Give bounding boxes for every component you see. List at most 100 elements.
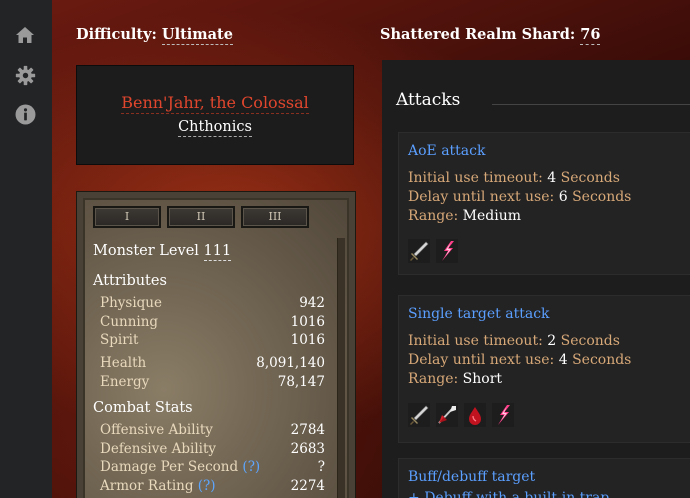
attack-line-label: Delay until next use:: [408, 189, 555, 205]
main-content: Difficulty: Ultimate Shattered Realm Sha…: [52, 0, 690, 498]
gear-icon[interactable]: [14, 64, 36, 86]
stat-row-spirit: Spirit 1016: [100, 332, 325, 348]
attack-line-value: Short: [462, 371, 503, 387]
attack-line-label: Delay until next use:: [408, 352, 555, 368]
sidebar: [0, 0, 52, 498]
attacks-column: Attacks AoE attack Initial use timeout: …: [382, 60, 690, 498]
monster-name-link[interactable]: Benn'Jahr, the Colossal: [121, 93, 309, 114]
stat-value: 1016: [290, 332, 325, 348]
stat-value: 8,091,140: [256, 355, 325, 371]
attack-line-label: Range:: [408, 371, 459, 387]
stat-row-cunning: Cunning 1016: [100, 314, 325, 330]
shard-display: Shattered Realm Shard: 76: [380, 26, 601, 45]
attack-title[interactable]: AoE attack: [408, 143, 485, 159]
lightning-icon[interactable]: [436, 239, 458, 263]
difficulty-label: Difficulty:: [76, 26, 157, 43]
stat-label: Damage Per Second: [100, 459, 239, 475]
attack-line-value: 4: [558, 352, 568, 368]
tab-1[interactable]: I: [93, 206, 161, 228]
attack-title[interactable]: Single target attack: [408, 306, 550, 322]
stat-row-health: Health 8,091,140: [100, 355, 325, 371]
attack-icons: [408, 403, 514, 427]
attack-range: Range: Short: [408, 371, 502, 387]
arrow-strike-icon[interactable]: [436, 403, 458, 427]
monster-type-link[interactable]: Chthonics: [178, 119, 252, 137]
stat-label-with-help: Armor Rating (?): [100, 478, 216, 494]
attacks-heading: Attacks: [396, 90, 461, 110]
attack-card-single-target: Single target attack Initial use timeout…: [398, 295, 690, 443]
combat-stats-heading: Combat Stats: [93, 400, 193, 416]
monster-level-label: Monster Level: [93, 243, 199, 259]
attack-line-value: 4: [547, 170, 557, 186]
info-icon[interactable]: [14, 103, 36, 125]
monster-level: Monster Level 111: [93, 243, 232, 261]
stat-row-damage-per-second: Damage Per Second (?) ?: [100, 459, 325, 475]
attack-delay: Delay until next use: 6 Seconds: [408, 189, 631, 205]
help-link[interactable]: (?): [198, 478, 216, 494]
stat-row-defensive-ability: Defensive Ability 2683: [100, 441, 325, 457]
monster-name: Benn'Jahr, the Colossal: [77, 93, 353, 114]
attack-line-value: 6: [558, 189, 568, 205]
stat-value: 942: [299, 295, 325, 311]
stats-panel: I II III Monster Level 111 Attributes Ph…: [76, 191, 356, 498]
attributes-heading: Attributes: [93, 273, 167, 289]
stat-value: ?: [317, 459, 325, 475]
attack-initial-timeout: Initial use timeout: 4 Seconds: [408, 170, 620, 186]
attack-initial-timeout: Initial use timeout: 2 Seconds: [408, 333, 620, 349]
attack-range: Range: Medium: [408, 208, 521, 224]
help-link[interactable]: (?): [242, 459, 260, 475]
attack-line-label: Initial use timeout:: [408, 333, 543, 349]
attack-line-label: Initial use timeout:: [408, 170, 543, 186]
attack-card-aoe: AoE attack Initial use timeout: 4 Second…: [398, 132, 690, 275]
attack-debuff-line: + Debuff with a built-in trap: [408, 490, 609, 498]
shard-label: Shattered Realm Shard:: [380, 26, 576, 43]
tab-2[interactable]: II: [167, 206, 235, 228]
sword-icon[interactable]: [408, 239, 430, 263]
attack-line-value: Medium: [462, 208, 522, 224]
stat-row-energy: Energy 78,147: [100, 374, 325, 390]
attack-line-suffix: Seconds: [572, 352, 632, 368]
attack-icons: [408, 239, 458, 263]
stat-value: 78,147: [277, 374, 325, 390]
heading-rule-right: [492, 104, 690, 105]
stat-row-armor-rating: Armor Rating (?) 2274: [100, 478, 325, 494]
sword-icon[interactable]: [408, 403, 430, 427]
attack-line-label: Range:: [408, 208, 459, 224]
monster-info-box: Benn'Jahr, the Colossal Chthonics: [76, 65, 354, 165]
stats-scrollbar[interactable]: [337, 238, 345, 498]
stat-value: 1016: [290, 314, 325, 330]
stat-label: Cunning: [100, 314, 159, 330]
attack-line-label[interactable]: Debuff with a built-in trap: [424, 490, 609, 498]
stat-value: 2683: [290, 441, 325, 457]
attack-line-suffix: Seconds: [560, 170, 620, 186]
monster-type: Chthonics: [77, 119, 353, 137]
attack-line-suffix: Seconds: [560, 333, 620, 349]
attack-delay: Delay until next use: 4 Seconds: [408, 352, 631, 368]
stat-label-with-help: Damage Per Second (?): [100, 459, 260, 475]
stat-value: 2274: [290, 478, 325, 494]
stats-panel-inner: I II III Monster Level 111 Attributes Ph…: [83, 198, 349, 498]
stat-row-offensive-ability: Offensive Ability 2784: [100, 422, 325, 438]
attack-card-buff-debuff: Buff/debuff target + Debuff with a built…: [398, 458, 690, 498]
attack-line-value: 2: [547, 333, 557, 349]
home-icon[interactable]: [14, 24, 36, 46]
stat-label: Armor Rating: [100, 478, 194, 494]
tab-3[interactable]: III: [241, 206, 309, 228]
stat-value: 2784: [290, 422, 325, 438]
stat-label: Spirit: [100, 332, 139, 348]
difficulty-value[interactable]: Ultimate: [161, 26, 233, 45]
stat-row-physique: Physique 942: [100, 295, 325, 311]
monster-level-value[interactable]: 111: [203, 243, 232, 261]
shard-value[interactable]: 76: [580, 26, 601, 45]
attack-title[interactable]: Buff/debuff target: [408, 469, 535, 485]
stat-label: Offensive Ability: [100, 422, 213, 438]
blood-drop-icon[interactable]: [464, 403, 486, 427]
lightning-icon[interactable]: [492, 403, 514, 427]
stat-label: Energy: [100, 374, 150, 390]
stat-label: Defensive Ability: [100, 441, 217, 457]
bullet-icon: +: [408, 490, 425, 498]
stat-label: Physique: [100, 295, 162, 311]
difficulty-display: Difficulty: Ultimate: [76, 26, 233, 45]
attack-line-suffix: Seconds: [572, 189, 632, 205]
stat-label: Health: [100, 355, 147, 371]
